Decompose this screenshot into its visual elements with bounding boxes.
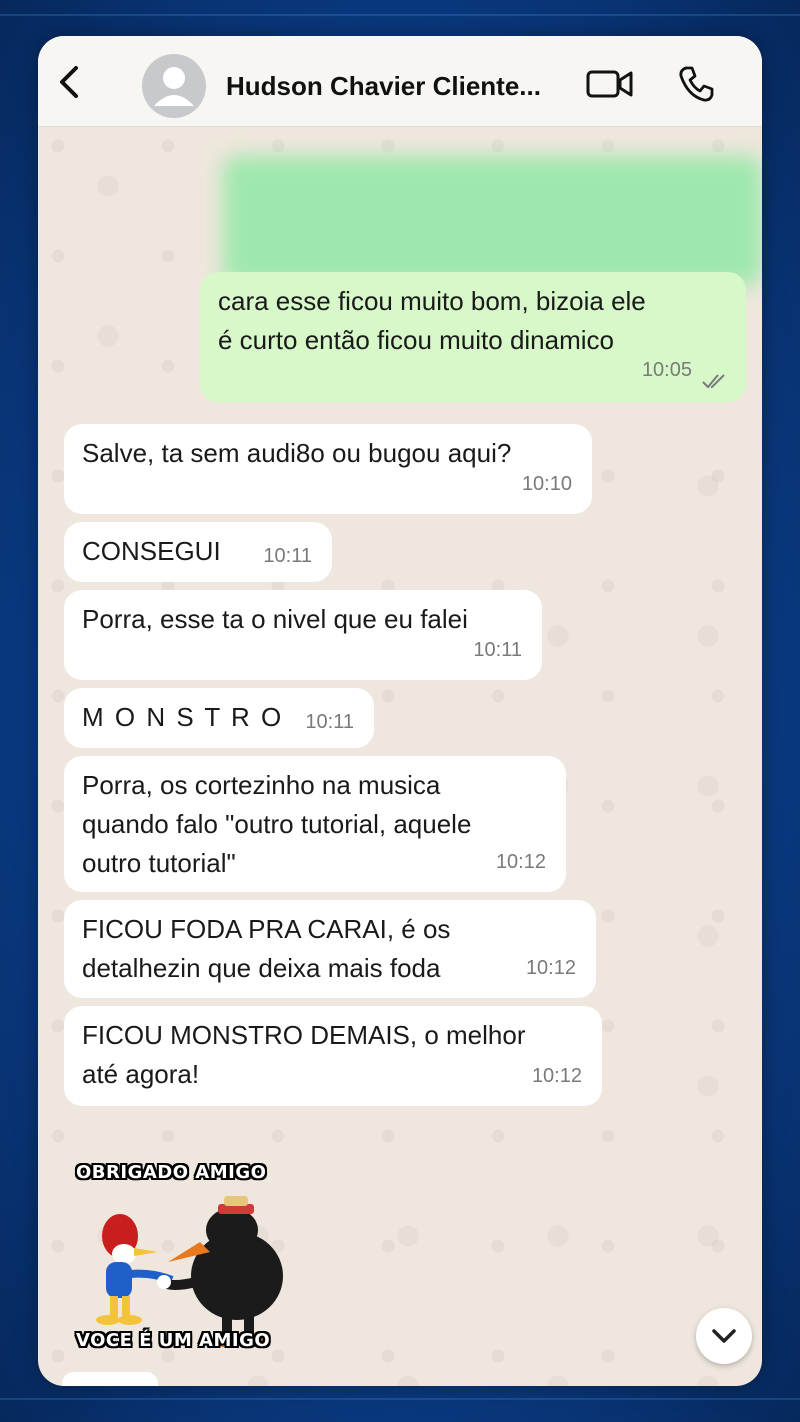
phone-icon[interactable] — [676, 64, 716, 104]
chevron-left-icon[interactable] — [54, 64, 84, 100]
background-line — [0, 14, 800, 16]
message-time: 10:12 — [525, 957, 576, 979]
message-text: Salve, ta sem audi8o ou bugou aqui? — [82, 438, 512, 468]
message-time: 10:11 — [263, 545, 312, 567]
message-bubble-outgoing[interactable]: cara esse ficou muito bom, bizoia ele é … — [200, 272, 746, 402]
message-text: Porra, os cortezinho na musica quando fa… — [82, 770, 472, 878]
message-time: 10:11 — [305, 711, 354, 733]
message-bubble-incoming[interactable]: FICOU FODA PRA CARAI, é os detalhezin qu… — [64, 900, 596, 998]
video-camera-icon[interactable] — [586, 68, 634, 100]
blurred-message — [223, 156, 762, 286]
message-bubble-incoming[interactable]: M O N S T R O 10:11 — [64, 688, 374, 748]
background-line — [0, 1398, 800, 1400]
message-bubble-incoming[interactable]: FICOU MONSTRO DEMAIS, o melhor até agora… — [64, 1006, 602, 1106]
contact-name[interactable]: Hudson Chavier Cliente... — [226, 71, 541, 102]
message-bubble-incoming[interactable]: CONSEGUI 10:11 — [64, 522, 332, 582]
message-bubble-incoming[interactable]: Porra, esse ta o nivel que eu falei 10:1… — [64, 590, 542, 680]
message-bubble-incoming[interactable]: Porra, os cortezinho na musica quando fa… — [64, 756, 566, 892]
sticker-message[interactable]: OBRIGADO AMIGO VOCE É UM AMIGO — [72, 1156, 332, 1356]
chat-window: Hudson Chavier Cliente... cara esse fico… — [38, 36, 762, 1386]
avatar[interactable] — [142, 54, 206, 118]
sticker-bottom-text: VOCE É UM AMIGO — [76, 1330, 271, 1351]
message-time: 10:11 — [473, 639, 522, 661]
message-time: 10:05 — [641, 359, 692, 381]
chevron-down-icon — [712, 1329, 736, 1343]
double-check-icon — [702, 374, 725, 389]
message-bubble-incoming[interactable]: Salve, ta sem audi8o ou bugou aqui? 10:1… — [64, 424, 592, 514]
message-text: FICOU FODA PRA CARAI, é os detalhezin qu… — [82, 914, 451, 983]
chat-header: Hudson Chavier Cliente... — [38, 36, 762, 127]
message-time: 10:12 — [495, 851, 546, 873]
message-time: 10:10 — [521, 473, 572, 495]
message-text: Porra, esse ta o nivel que eu falei — [82, 604, 468, 634]
message-text: FICOU MONSTRO DEMAIS, o melhor até agora… — [82, 1020, 526, 1089]
scroll-to-bottom-button[interactable] — [696, 1308, 752, 1364]
default-avatar-icon — [154, 67, 194, 106]
partial-message-bubble — [62, 1372, 158, 1386]
message-text: cara esse ficou muito bom, bizoia ele é … — [218, 286, 646, 355]
message-time: 10:12 — [531, 1065, 582, 1087]
cartoon-characters-icon — [96, 1196, 283, 1347]
